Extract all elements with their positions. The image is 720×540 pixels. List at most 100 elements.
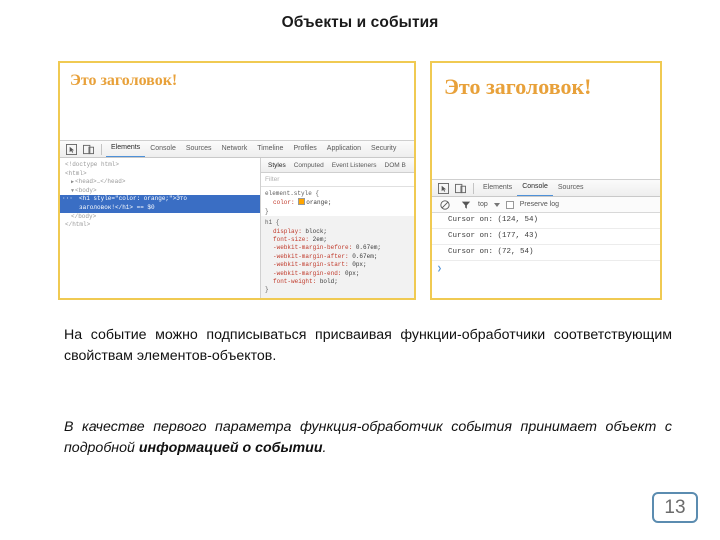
dom-node[interactable]: ▶<head>…</head> xyxy=(63,178,260,187)
dom-node[interactable]: </body> xyxy=(63,213,260,222)
screenshot-right-devtools-console: Это заголовок! Elements Console Sources xyxy=(430,61,662,300)
tab-profiles[interactable]: Profiles xyxy=(288,141,321,157)
dom-node[interactable]: </html> xyxy=(63,221,260,230)
preserve-log-checkbox[interactable] xyxy=(505,200,514,209)
dom-tree: <!doctype html> <html> ▶<head>…</head> ▼… xyxy=(60,158,260,230)
inspect-element-icon[interactable] xyxy=(437,182,450,195)
screenshot-left-devtools-elements: Это заголовок! Elements Console Sources … xyxy=(58,61,416,300)
console-log-list: Cursor on: (124, 54) Cursor on: (177, 43… xyxy=(432,213,660,277)
css-declaration[interactable]: display: block; xyxy=(265,228,414,236)
tab-computed[interactable]: Computed xyxy=(290,162,328,169)
console-log-row: Cursor on: (124, 54) xyxy=(432,213,660,229)
devtools-tab-strip-left: Elements Console Sources Network Timelin… xyxy=(106,141,401,157)
dom-node-label: <h1 style="color: orange;">Это xyxy=(79,195,188,203)
css-value: 0.67em; xyxy=(352,252,378,260)
console-toolbar: top Preserve log xyxy=(432,197,660,213)
tab-timeline[interactable]: Timeline xyxy=(252,141,288,157)
css-declaration[interactable]: font-weight: bold; xyxy=(265,278,414,286)
css-rule-h1[interactable]: h1 { display: block; font-size: 2em; -we… xyxy=(261,216,414,298)
tab-network[interactable]: Network xyxy=(217,141,253,157)
css-property: -webkit-margin-end: xyxy=(273,269,342,277)
dom-node[interactable]: ▼<body> xyxy=(63,187,260,196)
css-property: display: xyxy=(273,227,302,235)
paragraph-2-tail: . xyxy=(322,440,327,456)
css-selector: h1 { xyxy=(265,219,280,227)
css-value: bold; xyxy=(319,278,338,286)
dom-ellipsis-icon: ··· xyxy=(62,195,73,203)
chevron-down-icon[interactable] xyxy=(493,202,500,207)
css-value: orange; xyxy=(306,199,332,207)
css-value: 0px; xyxy=(352,261,367,269)
device-toolbar-icon[interactable] xyxy=(454,182,467,195)
tab-security[interactable]: Security xyxy=(366,141,401,157)
console-context-label[interactable]: top xyxy=(478,201,488,208)
tab-styles[interactable]: Styles xyxy=(264,162,290,169)
page-number-badge: 13 xyxy=(652,492,698,523)
dom-tree-panel[interactable]: <!doctype html> <html> ▶<head>…</head> ▼… xyxy=(60,158,261,298)
expand-arrow-icon[interactable]: ▶ xyxy=(71,179,74,185)
paragraph-1: На событие можно подписываться присваива… xyxy=(64,327,672,364)
css-declaration[interactable]: -webkit-margin-start: 0px; xyxy=(265,261,414,269)
tab-application[interactable]: Application xyxy=(322,141,366,157)
css-property: color: xyxy=(273,199,295,207)
tab-sources[interactable]: Sources xyxy=(181,141,217,157)
css-declaration[interactable]: -webkit-margin-end: 0px; xyxy=(265,270,414,278)
clear-console-icon[interactable] xyxy=(438,198,451,211)
toolbar-divider xyxy=(101,143,102,155)
tab-elements[interactable]: Elements xyxy=(106,141,146,157)
rendered-page-area-right: Это заголовок! xyxy=(432,63,660,179)
css-rule-close: } xyxy=(265,286,269,294)
css-value: 0px; xyxy=(345,269,360,277)
dom-node[interactable]: <!doctype html> xyxy=(63,161,260,170)
styles-filter-input[interactable]: Filter xyxy=(261,173,414,187)
dom-node-label: <head>…</head> xyxy=(75,178,126,186)
collapse-arrow-icon[interactable]: ▼ xyxy=(71,188,74,194)
css-property: font-size: xyxy=(273,236,310,244)
tab-console[interactable]: Console xyxy=(517,180,553,196)
css-declaration[interactable]: color: orange; xyxy=(265,198,414,207)
css-property: -webkit-margin-start: xyxy=(273,261,349,269)
tab-elements[interactable]: Elements xyxy=(478,180,517,196)
page-title: Объекты и события xyxy=(281,14,439,31)
tab-sources[interactable]: Sources xyxy=(553,180,589,196)
styles-tab-strip: Styles Computed Event Listeners DOM B xyxy=(261,158,414,173)
tab-dom-breakpoints[interactable]: DOM B xyxy=(381,162,410,169)
devtools-toolbar-right: Elements Console Sources xyxy=(432,180,660,197)
paragraph-2-bold: информацией о событии xyxy=(138,440,323,456)
devtools-right: Elements Console Sources top Preserve lo… xyxy=(432,179,660,277)
toolbar-divider xyxy=(473,182,474,194)
css-declaration[interactable]: -webkit-margin-after: 0.67em; xyxy=(265,253,414,261)
dom-node-selected[interactable]: ··· <h1 style="color: orange;">Это xyxy=(60,195,260,204)
css-selector: element.style { xyxy=(265,190,320,197)
dom-node-selected[interactable]: заголовок!</h1> == $0 xyxy=(60,203,260,213)
rendered-heading-left: Это заголовок! xyxy=(70,72,178,89)
css-declaration[interactable]: -webkit-margin-before: 0.67em; xyxy=(265,244,414,252)
css-rule-close: } xyxy=(265,207,269,215)
devtools-tab-strip-right: Elements Console Sources xyxy=(478,180,589,196)
rendered-page-area-left: Это заголовок! xyxy=(60,63,414,140)
devtools-body-left: <!doctype html> <html> ▶<head>…</head> ▼… xyxy=(60,158,414,298)
css-value: 0.67em; xyxy=(355,244,382,252)
color-swatch-icon[interactable] xyxy=(298,198,306,206)
tab-console[interactable]: Console xyxy=(145,141,181,157)
css-property: -webkit-margin-after: xyxy=(273,252,349,260)
paragraph-2: В качестве первого параметра функция-обр… xyxy=(64,417,672,459)
dom-node-label: <body> xyxy=(75,186,97,194)
preserve-log-label: Preserve log xyxy=(519,201,560,208)
inspect-element-icon[interactable] xyxy=(65,143,78,156)
dom-node-label: заголовок!</h1> == $0 xyxy=(79,203,155,211)
device-toolbar-icon[interactable] xyxy=(82,143,95,156)
console-input-prompt[interactable]: ❯ xyxy=(432,261,660,277)
css-property: font-weight: xyxy=(273,278,317,286)
dom-node[interactable]: <html> xyxy=(63,170,260,179)
css-rule-element-style[interactable]: element.style { color: orange; } xyxy=(261,187,414,216)
tab-event-listeners[interactable]: Event Listeners xyxy=(328,162,381,169)
styles-panel: Styles Computed Event Listeners DOM B Fi… xyxy=(261,158,414,298)
devtools-toolbar-left: Elements Console Sources Network Timelin… xyxy=(60,141,414,158)
filter-funnel-icon[interactable] xyxy=(459,198,472,211)
console-log-row: Cursor on: (177, 43) xyxy=(432,229,660,245)
css-property: -webkit-margin-before: xyxy=(273,244,353,252)
rendered-heading-right: Это заголовок! xyxy=(444,74,592,99)
css-declaration[interactable]: font-size: 2em; xyxy=(265,236,414,244)
css-value: block; xyxy=(305,227,328,235)
